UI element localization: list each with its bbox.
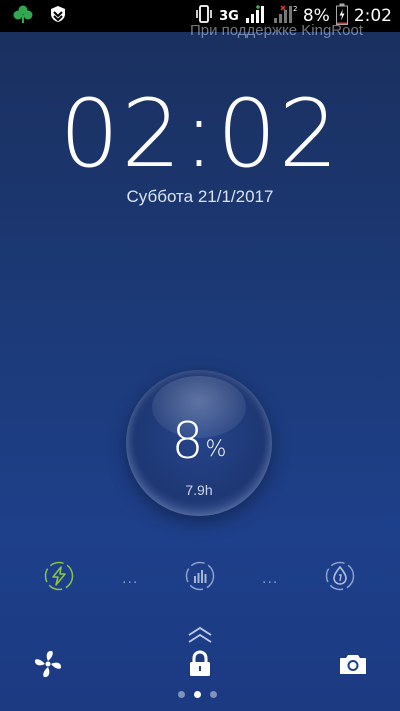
fan-icon[interactable] <box>33 649 63 684</box>
stage-separator: ... <box>122 570 139 587</box>
svg-text:2: 2 <box>293 5 297 13</box>
battery-orb[interactable]: 8% 7.9h <box>126 370 272 516</box>
shield-download-icon <box>50 5 66 27</box>
lockscreen-clock: 02:02 <box>59 80 341 189</box>
lockscreen-date: Суббота 21/1/2017 <box>126 187 274 206</box>
page-indicator <box>178 691 217 698</box>
battery-time-left: 7.9h <box>185 482 213 498</box>
camera-icon[interactable] <box>339 652 367 681</box>
battery-level-value: 8 <box>171 412 204 470</box>
battery-level: 8% <box>126 416 272 466</box>
bars-stage-icon <box>184 560 216 592</box>
page-dot[interactable] <box>178 691 185 698</box>
kingroot-banner: При поддержке KingRoot <box>190 22 363 39</box>
lightning-stage-icon <box>43 560 75 592</box>
battery-level-unit: % <box>205 437 227 462</box>
clover-icon <box>12 4 34 28</box>
trickle-stage-icon <box>324 560 356 592</box>
stage-separator: ... <box>262 570 279 587</box>
lock-icon[interactable] <box>189 650 211 682</box>
swipe-up-chevrons-icon <box>186 626 214 649</box>
page-dot[interactable] <box>210 691 217 698</box>
page-dot-active[interactable] <box>194 691 201 698</box>
